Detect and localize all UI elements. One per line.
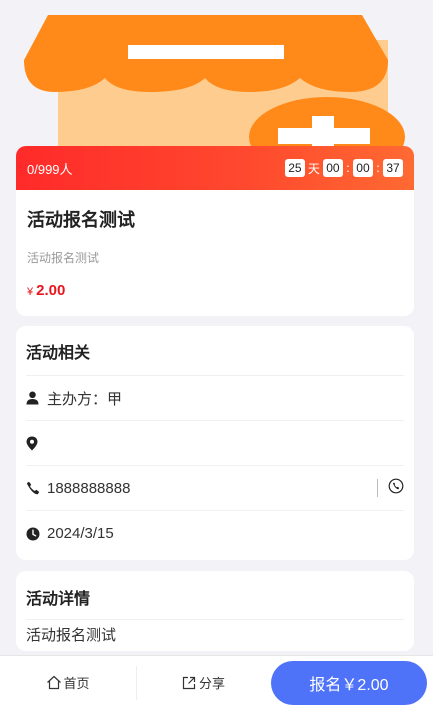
phone-row: 1888888888 (26, 466, 404, 511)
phone-icon (26, 481, 47, 495)
countdown-bar: 0/999人 25 天 00 : 00 : 37 (16, 146, 414, 190)
organizer-row: 主办方：甲 (26, 376, 404, 421)
share-button[interactable]: 分享 (137, 656, 270, 709)
share-icon (182, 676, 199, 690)
date-row: 2024/3/15 (26, 511, 404, 556)
price-currency: ¥ (27, 286, 34, 298)
event-details-card: 活动详情 活动报名测试 (16, 571, 414, 651)
signup-button[interactable]: 报名￥2.00 (271, 661, 427, 705)
details-heading: 活动详情 (26, 571, 404, 620)
phone-number: 1888888888 (47, 479, 131, 497)
clock-icon (26, 527, 47, 541)
home-button[interactable]: 首页 (0, 665, 137, 700)
countdown-separator: : (375, 161, 380, 175)
share-label: 分享 (198, 677, 225, 692)
event-summary-card: 活动报名测试 活动报名测试 ¥2.00 (16, 190, 414, 316)
related-heading: 活动相关 (26, 326, 404, 376)
event-date: 2024/3/15 (47, 525, 114, 542)
countdown-seconds: 37 (383, 159, 403, 177)
countdown-hours: 00 (322, 159, 343, 177)
bottom-action-bar: 首页 分享 报名￥2.00 (0, 655, 433, 709)
countdown-days-unit: 天 (307, 161, 320, 176)
call-icon[interactable] (388, 478, 404, 498)
event-subtitle: 活动报名测试 (27, 251, 100, 265)
home-icon (46, 675, 63, 690)
participant-count: 0/999人 (27, 161, 73, 177)
countdown-separator: : (345, 161, 350, 175)
user-icon (26, 391, 47, 405)
event-price: ¥2.00 (27, 282, 404, 299)
countdown-days: 25 (284, 159, 305, 177)
event-title: 活动报名测试 (27, 210, 135, 231)
details-body: 活动报名测试 (26, 626, 117, 644)
home-label: 首页 (63, 677, 90, 692)
location-pin-icon (26, 436, 47, 451)
event-related-card: 活动相关 主办方：甲 1888888888 2024/3/15 (16, 326, 414, 560)
location-row[interactable] (26, 421, 404, 466)
countdown-minutes: 00 (352, 159, 373, 177)
price-value: 2.00 (36, 282, 66, 299)
countdown-timer: 25 天 00 : 00 : 37 (284, 159, 403, 177)
divider (377, 479, 378, 497)
organizer-text: 主办方：甲 (47, 390, 123, 408)
